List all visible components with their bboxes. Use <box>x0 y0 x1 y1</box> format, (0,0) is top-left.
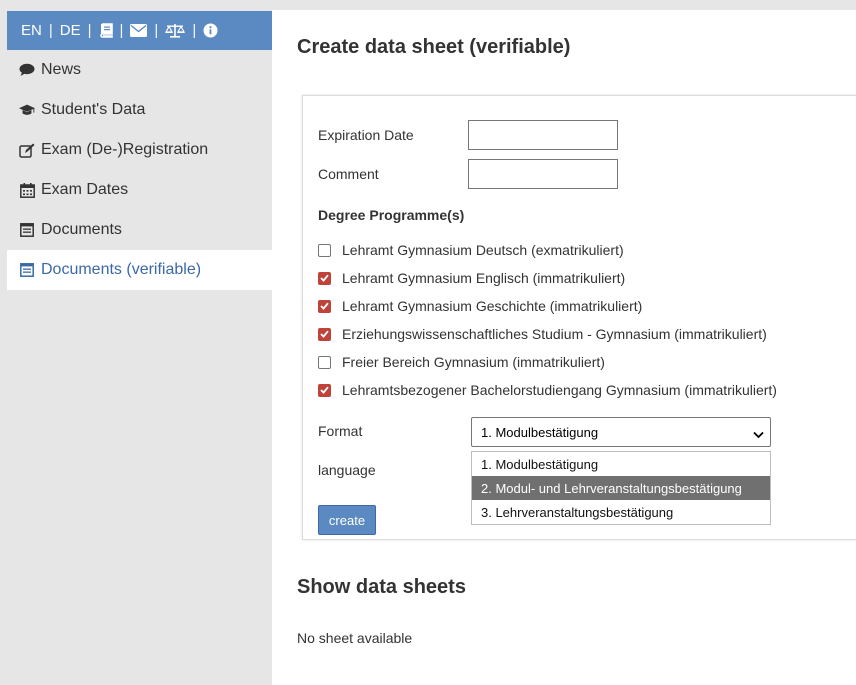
document-icon <box>19 262 35 278</box>
expiration-date-label: Expiration Date <box>318 127 414 143</box>
comment-label: Comment <box>318 166 379 182</box>
checkbox-unchecked[interactable] <box>318 355 331 369</box>
programme-row[interactable]: Erziehungswissenschaftliches Studium - G… <box>318 324 767 344</box>
checkbox-checked[interactable] <box>318 271 331 285</box>
separator: | <box>87 22 92 39</box>
chevron-down-icon <box>753 427 764 442</box>
separator: | <box>192 22 197 39</box>
sidebar-nav: News Student's Data Exam (De-)Registrati… <box>7 50 272 290</box>
checkbox-checked[interactable] <box>318 299 331 313</box>
comment-input[interactable] <box>468 159 618 189</box>
format-option-3[interactable]: 3. Lehrveranstaltungsbestätigung <box>472 500 770 524</box>
top-strip <box>0 0 856 10</box>
sidebar-item-label: Student's Data <box>41 101 146 118</box>
format-option-1[interactable]: 1. Modulbestätigung <box>472 452 770 476</box>
show-data-sheets-title: Show data sheets <box>297 576 466 598</box>
checkmark-icon <box>320 386 329 394</box>
format-label: Format <box>318 423 363 439</box>
programme-row[interactable]: Lehramt Gymnasium Englisch (immatrikulie… <box>318 268 625 288</box>
scale-icon[interactable] <box>165 23 186 38</box>
comment-icon <box>19 62 35 78</box>
programme-label: Lehramtsbezogener Bachelorstudiengang Gy… <box>342 382 777 398</box>
programme-row[interactable]: Lehramt Gymnasium Geschichte (immatrikul… <box>318 296 642 316</box>
programme-label: Erziehungswissenschaftliches Studium - G… <box>342 326 767 342</box>
document-icon <box>19 222 35 238</box>
format-option-2[interactable]: 2. Modul- und Lehrveranstaltungsbestätig… <box>472 476 770 500</box>
lang-de-link[interactable]: DE <box>60 22 81 39</box>
lang-en-link[interactable]: EN <box>21 22 42 39</box>
format-select[interactable]: 1. Modulbestätigung <box>471 417 771 447</box>
sidebar-item-news[interactable]: News <box>7 50 272 90</box>
create-form-card: Expiration Date Comment Degree Programme… <box>302 95 856 540</box>
programme-label: Freier Bereich Gymnasium (immatrikuliert… <box>342 354 605 370</box>
sidebar-item-label: Documents (verifiable) <box>41 261 202 278</box>
envelope-icon[interactable] <box>130 24 148 37</box>
format-dropdown-list: 1. Modulbestätigung 2. Modul- und Lehrve… <box>471 451 771 525</box>
programme-label: Lehramt Gymnasium Englisch (immatrikulie… <box>342 270 626 286</box>
book-icon[interactable] <box>99 23 113 38</box>
language-label: language <box>318 462 376 478</box>
sidebar-item-exam-dates[interactable]: Exam Dates <box>7 170 272 210</box>
page-title: Create data sheet (verifiable) <box>297 36 571 58</box>
info-icon[interactable] <box>203 23 218 38</box>
sidebar-item-label: Exam (De-)Registration <box>41 141 209 158</box>
checkmark-icon <box>320 330 329 338</box>
programme-row[interactable]: Lehramtsbezogener Bachelorstudiengang Gy… <box>318 380 777 400</box>
edit-icon <box>19 142 35 158</box>
sidebar-item-label: Exam Dates <box>41 181 129 198</box>
sidebar-item-exam-registration[interactable]: Exam (De-)Registration <box>7 130 272 170</box>
checkbox-unchecked[interactable] <box>318 243 331 257</box>
sidebar-item-documents-verifiable[interactable]: Documents (verifiable) <box>7 250 272 290</box>
checkmark-icon <box>320 302 329 310</box>
separator: | <box>119 22 124 39</box>
create-button[interactable]: create <box>318 505 376 535</box>
separator: | <box>154 22 159 39</box>
programme-row[interactable]: Freier Bereich Gymnasium (immatrikuliert… <box>318 352 605 372</box>
programme-label: Lehramt Gymnasium Geschichte (immatrikul… <box>342 298 643 314</box>
sidebar: EN | DE | | | | News Student's Data Exam… <box>0 10 272 685</box>
checkbox-checked[interactable] <box>318 383 331 397</box>
programme-label: Lehramt Gymnasium Deutsch (exmatrikulier… <box>342 242 624 258</box>
sidebar-item-students-data[interactable]: Student's Data <box>7 90 272 130</box>
separator: | <box>48 22 53 39</box>
main-content: Create data sheet (verifiable) Expiratio… <box>272 10 856 685</box>
programme-row[interactable]: Lehramt Gymnasium Deutsch (exmatrikulier… <box>318 240 624 260</box>
no-sheet-text: No sheet available <box>297 630 413 646</box>
sidebar-item-documents[interactable]: Documents <box>7 210 272 250</box>
sidebar-item-label: Documents <box>41 221 122 238</box>
expiration-date-input[interactable] <box>468 120 618 150</box>
graduation-cap-icon <box>19 102 35 118</box>
sidebar-item-label: News <box>41 61 82 78</box>
degree-programmes-heading: Degree Programme(s) <box>318 207 465 223</box>
calendar-icon <box>19 182 35 198</box>
checkbox-checked[interactable] <box>318 327 331 341</box>
checkmark-icon <box>320 274 329 282</box>
language-bar: EN | DE | | | | <box>7 11 272 50</box>
format-selected-value: 1. Modulbestätigung <box>481 424 599 440</box>
